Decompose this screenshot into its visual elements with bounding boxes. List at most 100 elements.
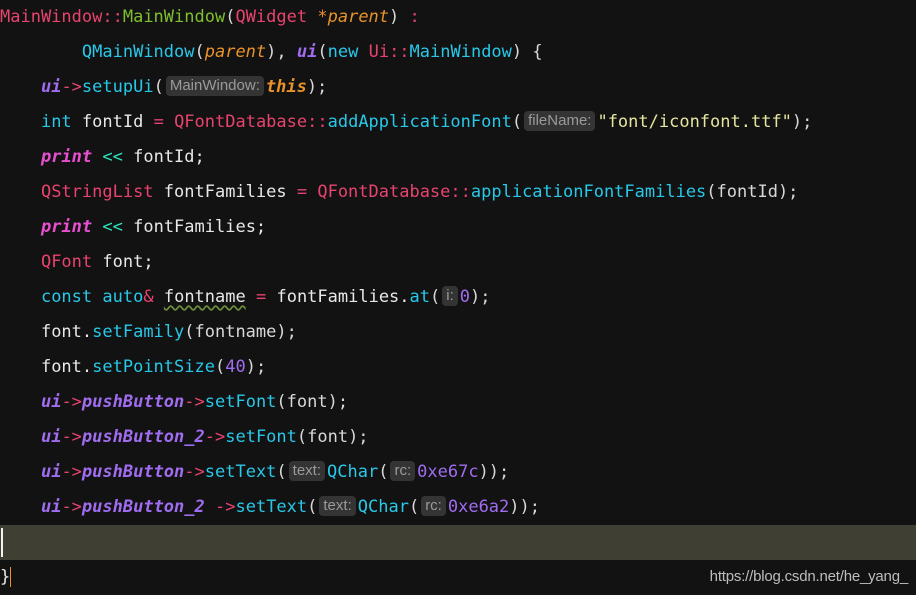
token-op: :: (450, 182, 471, 202)
token-punct: ( (378, 462, 389, 482)
token-punct: )); (478, 462, 510, 482)
token-macro: print (40, 147, 93, 167)
token-punct: )); (509, 497, 540, 517)
code-line[interactable]: font.setPointSize(40); (0, 350, 916, 385)
code-line[interactable]: ui->pushButton_2 ->setText(text: QChar(rc… (0, 490, 916, 525)
token-class: QWidget (235, 7, 308, 27)
code-line[interactable] (0, 525, 916, 560)
token-method: MainWindow (409, 42, 512, 62)
code-line[interactable]: ui->pushButton_2->setFont(font); (0, 420, 916, 455)
code-line[interactable]: ui->pushButton->setFont(font); (0, 385, 916, 420)
token-op: :: (102, 7, 123, 27)
inlay-parameter-hint[interactable]: text: (288, 461, 326, 481)
inlay-parameter-hint[interactable]: text: (319, 496, 356, 516)
token-param: parent (327, 7, 390, 27)
token-plain: fontFamilies. (266, 287, 410, 307)
token-member: ui (40, 392, 62, 412)
token-punct: ( (408, 497, 420, 517)
inlay-parameter-hint[interactable]: fileName: (524, 111, 596, 131)
token-member: pushButton_2 (81, 497, 205, 517)
token-op: -> (61, 392, 82, 412)
inlay-parameter-hint[interactable]: MainWindow: (165, 76, 264, 96)
code-line[interactable]: print << fontId; (0, 140, 916, 175)
token-this: this (265, 77, 307, 97)
token-op: & (143, 287, 154, 307)
code-line[interactable]: print << fontFamilies; (0, 210, 916, 245)
code-editor[interactable]: MainWindow::MainWindow(QWidget *parent) … (0, 0, 916, 593)
token-class: QFontDatabase (317, 182, 451, 202)
code-line[interactable]: QStringList fontFamilies = QFontDatabase… (0, 175, 916, 210)
token-punct: (fontId); (706, 182, 799, 202)
code-line[interactable]: ui->pushButton->setText(text: QChar(rc: 0x… (0, 455, 916, 490)
code-line[interactable]: font.setFamily(fontname); (0, 315, 916, 350)
token-string: "font/iconfont.ttf" (597, 112, 792, 132)
code-line[interactable]: QMainWindow(parent), ui(new Ui::MainWind… (0, 35, 916, 70)
code-line[interactable]: int fontId = QFontDatabase::addApplicati… (0, 105, 916, 140)
token-op: :: (389, 42, 410, 62)
token-op: -> (61, 427, 82, 447)
text-cursor (1, 528, 3, 557)
token-punct: ) (511, 42, 533, 62)
token-method: setPointSize (92, 357, 215, 377)
code-line[interactable]: ui->setupUi(MainWindow: this); (0, 70, 916, 105)
token-keyword: int (40, 112, 72, 132)
token-param: parent (204, 42, 267, 62)
code-lines-container: MainWindow::MainWindow(QWidget *parent) … (0, 0, 916, 595)
token-plain: font. (40, 357, 93, 377)
token-plain: fontFamilies; (122, 217, 267, 237)
token-plain: fontId (71, 112, 154, 132)
token-op: -> (184, 392, 205, 412)
token-keyword: new (327, 42, 359, 62)
token-brace-match: } (0, 567, 12, 587)
token-punct: (fontname); (184, 322, 297, 342)
token-shift: << (102, 217, 123, 237)
inlay-parameter-hint[interactable]: i: (442, 286, 458, 306)
token-class: MainWindow (0, 7, 103, 27)
token-method: QChar (327, 462, 379, 482)
token-op: -> (184, 462, 205, 482)
token-method: setText (235, 497, 308, 517)
token-op: -> (215, 497, 236, 517)
token-keyword: const (40, 287, 93, 307)
token-method: setText (204, 462, 277, 482)
token-member: ui (40, 462, 62, 482)
inlay-parameter-hint[interactable]: rc: (421, 496, 446, 516)
code-line[interactable]: const auto& fontname = fontFamilies.at(i… (0, 280, 916, 315)
token-number: 0xe6a2 (447, 497, 510, 517)
token-punct: ( (214, 357, 226, 377)
token-member: ui (40, 427, 62, 447)
token-punct: ( (317, 42, 328, 62)
token-macro: print (40, 217, 93, 237)
token-punct: (font); (276, 392, 349, 412)
token-brace: { (532, 42, 543, 62)
code-line[interactable]: QFont font; (0, 245, 916, 280)
token-func: MainWindow (122, 7, 226, 27)
token-punct: (font); (296, 427, 369, 447)
token-member: pushButton (81, 462, 185, 482)
token-class: QFont (40, 252, 93, 272)
token-punct: ); (470, 287, 491, 307)
watermark-url: https://blog.csdn.net/he_yang_ (709, 568, 909, 585)
code-line[interactable]: MainWindow::MainWindow(QWidget *parent) … (0, 0, 916, 35)
token-op: = (255, 287, 267, 307)
token-keyword: auto (102, 287, 144, 307)
inlay-parameter-hint[interactable]: rc: (390, 461, 416, 481)
token-member: pushButton (81, 392, 185, 412)
token-star: * (317, 7, 328, 27)
